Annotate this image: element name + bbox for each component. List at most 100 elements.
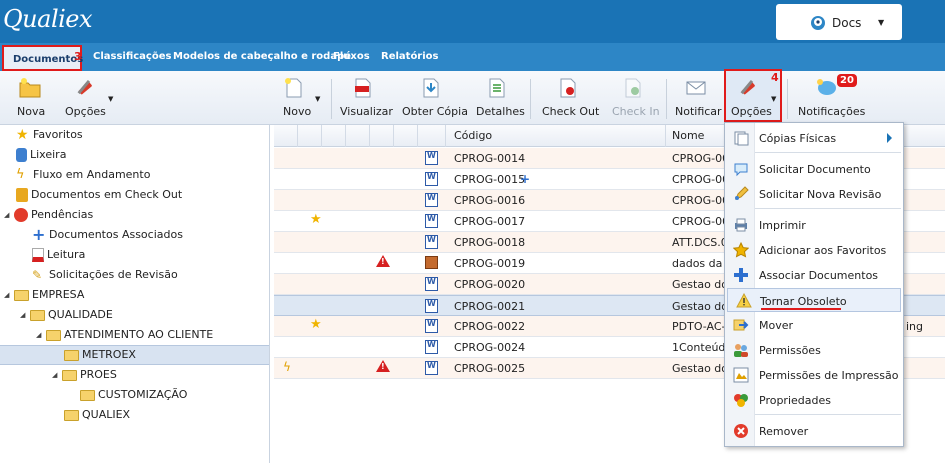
highlight-underline [761, 308, 841, 310]
menu-item-copias-fisicas[interactable]: Cópias Físicas [725, 126, 903, 150]
folder-tree: ★ Favoritos Lixeira ϟ Fluxo em Andamento D… [0, 125, 270, 463]
grid-col-header[interactable] [322, 125, 346, 147]
menu-separator [755, 208, 901, 209]
word-file-icon [425, 235, 438, 249]
tree-item-checkout[interactable]: Documentos em Check Out [16, 185, 182, 205]
folder-icon [64, 349, 79, 361]
favorite-star-icon: ★ [310, 317, 322, 332]
menu-item-permissoes-de-impressao[interactable]: Permissões de Impressão [725, 363, 903, 387]
tab-fluxos[interactable]: Fluxos [333, 43, 370, 71]
word-file-icon [425, 277, 438, 291]
tree-item-customizacao[interactable]: CUSTOMIZAÇÃO [80, 385, 187, 405]
tree-item-favoritos[interactable]: ★ Favoritos [16, 125, 83, 145]
menu-item-imprimir[interactable]: Imprimir [725, 213, 903, 237]
toolbar-divider [787, 79, 788, 119]
tree-item-lixeira[interactable]: Lixeira [16, 145, 66, 165]
tree-item-qualiex[interactable]: QUALIEX [64, 405, 130, 425]
word-file-icon [425, 319, 438, 333]
cell-name: ATT.DCS.0 [672, 236, 728, 249]
bolt-icon: ϟ [283, 360, 291, 374]
step-badge: 3 [74, 50, 82, 63]
submenu-arrow-icon [887, 133, 892, 143]
tree-item-qualidade[interactable]: ◢ QUALIDADE [20, 305, 113, 325]
toolbar-divider [331, 79, 332, 119]
word-file-icon [425, 172, 438, 186]
checkin-button[interactable]: Check In [609, 71, 660, 125]
menu-item-adicionar-aos-favoritos[interactable]: Adicionar aos Favoritos [725, 238, 903, 262]
grid-col-header[interactable] [370, 125, 394, 147]
tab-documentos[interactable]: Documentos 3 [2, 45, 83, 71]
grid-col-header[interactable] [298, 125, 322, 147]
module-selector[interactable]: Docs ▼ [776, 4, 902, 40]
app-logo: Qualiex [3, 5, 93, 33]
expand-arrow-icon[interactable]: ◢ [52, 365, 62, 385]
notification-count-badge: 20 [837, 74, 857, 87]
new-version-plus-icon: + [520, 172, 531, 186]
expand-arrow-icon[interactable]: ◢ [4, 205, 14, 225]
grid-col-header[interactable] [418, 125, 446, 147]
bolt-icon: ϟ [16, 167, 25, 182]
menu-item-propriedades[interactable]: Propriedades [725, 388, 903, 412]
notify-button[interactable]: Notificar [673, 71, 722, 125]
chevron-down-icon: ▼ [878, 18, 885, 27]
tree-item-empresa[interactable]: ◢ EMPRESA [4, 285, 84, 305]
cell-code: CPROG-0025 [454, 362, 526, 375]
new-document-icon [285, 78, 302, 98]
pending-icon [14, 208, 28, 222]
print-permission-icon [733, 367, 749, 383]
cell-code: CPROG-0021 [454, 300, 526, 313]
plus-icon [734, 268, 748, 282]
menu-item-solicitar-documento[interactable]: Solicitar Documento [725, 157, 903, 181]
folder-icon [62, 369, 77, 381]
tab-classificacoes[interactable]: Classificações [93, 43, 171, 71]
toolbar-divider [666, 79, 667, 119]
cell-code: CPROG-0018 [454, 236, 526, 249]
folder-icon [14, 289, 29, 301]
tree-item-metroex[interactable]: METROEX [64, 345, 136, 365]
pencil-icon [735, 186, 749, 200]
expand-arrow-icon[interactable]: ◢ [4, 285, 14, 305]
menu-item-remover[interactable]: Remover [725, 419, 903, 443]
toolbar: Nova Opções ▼ Novo ▼ Visualizar Obter Có… [0, 71, 945, 125]
new-folder-button[interactable]: Nova [12, 71, 48, 125]
grid-col-header[interactable] [274, 125, 298, 147]
warning-icon [376, 255, 390, 267]
cell-name: CPROG-00 [672, 152, 730, 165]
cell-name-overflow: ing [906, 320, 924, 333]
menu-item-solicitar-nova-revisao[interactable]: Solicitar Nova Revisão [725, 182, 903, 206]
expand-arrow-icon[interactable]: ◢ [20, 305, 30, 325]
cell-code: CPROG-0014 [454, 152, 526, 165]
grid-col-code[interactable]: Código [446, 125, 666, 147]
star-icon: ★ [16, 127, 29, 143]
view-button[interactable]: Visualizar [338, 71, 393, 125]
menu-item-mover[interactable]: Mover [725, 313, 903, 337]
tree-item-revisao[interactable]: ✎ Solicitações de Revisão [32, 265, 178, 285]
menu-item-associar-documentos[interactable]: Associar Documentos [725, 263, 903, 287]
tree-item-associados[interactable]: + Documentos Associados [32, 225, 183, 245]
tree-item-atendimento[interactable]: ◢ ATENDIMENTO AO CLIENTE [36, 325, 213, 345]
chevron-down-icon: ▼ [771, 95, 777, 103]
checkout-button[interactable]: Check Out [540, 71, 599, 125]
menu-item-permissoes[interactable]: Permissões [725, 338, 903, 362]
left-options-button[interactable]: Opções ▼ [62, 71, 113, 125]
tree-item-proes[interactable]: ◢ PROES [52, 365, 117, 385]
tab-modelos[interactable]: Modelos de cabeçalho e rodapé [173, 43, 351, 71]
tree-item-pendencias[interactable]: ◢ Pendências [4, 205, 93, 225]
menu-item-tornar-obsoleto[interactable]: Tornar Obsoleto [727, 288, 901, 312]
cell-code: CPROG-0017 [454, 215, 526, 228]
copies-icon [734, 131, 749, 146]
menu-separator [755, 414, 901, 415]
grid-col-header[interactable] [346, 125, 370, 147]
word-file-icon [425, 193, 438, 207]
tree-item-fluxo[interactable]: ϟ Fluxo em Andamento [16, 165, 150, 185]
tree-item-leitura[interactable]: Leitura [32, 245, 85, 265]
printer-icon [735, 218, 747, 232]
grid-col-header[interactable] [394, 125, 418, 147]
tab-relatorios[interactable]: Relatórios [381, 43, 439, 71]
trash-icon [16, 148, 27, 162]
lock-icon [16, 188, 28, 202]
new-document-button[interactable]: Novo ▼ [282, 71, 322, 125]
expand-arrow-icon[interactable]: ◢ [36, 325, 46, 345]
details-button[interactable]: Detalhes [474, 71, 525, 125]
get-copy-button[interactable]: Obter Cópia [400, 71, 468, 125]
